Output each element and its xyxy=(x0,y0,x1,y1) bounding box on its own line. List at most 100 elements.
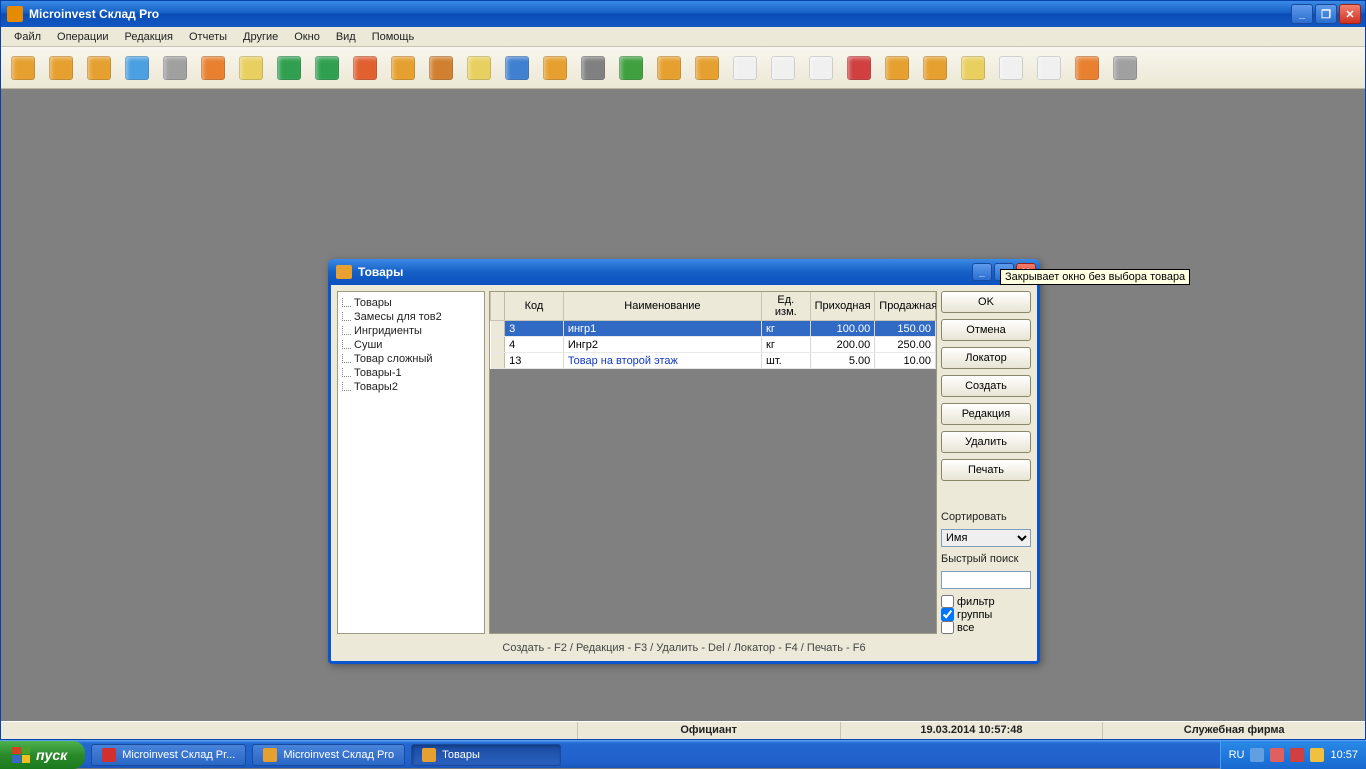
menu-окно[interactable]: Окно xyxy=(287,29,327,45)
table-row[interactable]: 4Ингр2кг200.00250.00 xyxy=(491,337,936,353)
check-группы[interactable]: группы xyxy=(941,608,1031,621)
taskbar: пуск Microinvest Склад Pr... Microinvest … xyxy=(0,740,1366,768)
tb-cloud[interactable] xyxy=(159,52,191,84)
locator-button[interactable]: Локатор xyxy=(941,347,1031,369)
tb-clipboard[interactable] xyxy=(387,52,419,84)
tb-mail[interactable] xyxy=(463,52,495,84)
col-header[interactable]: Приходная xyxy=(810,292,875,321)
edit-button[interactable]: Редакция xyxy=(941,403,1031,425)
tb-arrow-l-icon xyxy=(353,56,377,80)
tray-icon-3[interactable] xyxy=(1290,748,1304,762)
tb-paste-icon xyxy=(885,56,909,80)
tb-user[interactable] xyxy=(197,52,229,84)
tb-recycle[interactable] xyxy=(843,52,875,84)
tb-arrow-r[interactable] xyxy=(273,52,305,84)
taskbar-task[interactable]: Microinvest Склад Pro xyxy=(252,744,405,766)
goods-grid[interactable]: КодНаименованиеЕд. изм.ПриходнаяПродажна… xyxy=(489,291,937,634)
tray-icon-2[interactable] xyxy=(1270,748,1284,762)
tb-cart[interactable] xyxy=(653,52,685,84)
tb-mail2[interactable] xyxy=(957,52,989,84)
tb-page-icon xyxy=(733,56,757,80)
menu-файл[interactable]: Файл xyxy=(7,29,48,45)
col-header[interactable]: Код xyxy=(505,292,564,321)
tb-book[interactable] xyxy=(425,52,457,84)
tb-contact[interactable] xyxy=(1033,52,1065,84)
col-header[interactable]: Продажная xyxy=(875,292,936,321)
tb-box-icon xyxy=(87,56,111,80)
tree-item[interactable]: Товары2 xyxy=(340,380,482,394)
tb-page3[interactable] xyxy=(805,52,837,84)
start-button[interactable]: пуск xyxy=(0,741,85,769)
tree-item[interactable]: Суши xyxy=(340,338,482,352)
menu-другие[interactable]: Другие xyxy=(236,29,285,45)
tb-note[interactable] xyxy=(235,52,267,84)
tb-star[interactable] xyxy=(121,52,153,84)
tb-page[interactable] xyxy=(729,52,761,84)
tb-person-icon xyxy=(505,56,529,80)
app-title-bar[interactable]: Microinvest Склад Pro _ ❐ ✕ xyxy=(1,1,1365,27)
quick-search-input[interactable] xyxy=(941,571,1031,589)
menu-помощь[interactable]: Помощь xyxy=(365,29,422,45)
cancel-button[interactable]: Отмена xyxy=(941,319,1031,341)
sort-select[interactable]: Имя xyxy=(941,529,1031,547)
table-row[interactable]: 13Товар на второй этажшт.5.0010.00 xyxy=(491,353,936,369)
menu-редакция[interactable]: Редакция xyxy=(118,29,180,45)
delete-button[interactable]: Удалить xyxy=(941,431,1031,453)
tb-arrow-ok[interactable] xyxy=(311,52,343,84)
tb-keys[interactable] xyxy=(577,52,609,84)
ok-button[interactable]: OK xyxy=(941,291,1031,313)
menu-bar: ФайлОперацииРедакцияОтчетыДругиеОкноВидП… xyxy=(1,27,1365,47)
category-tree[interactable]: ТоварыЗамесы для тов2ИнгридиентыСушиТова… xyxy=(337,291,485,634)
dialog-minimize-button[interactable]: _ xyxy=(972,263,992,281)
print-button[interactable]: Печать xyxy=(941,459,1031,481)
tb-page2[interactable] xyxy=(767,52,799,84)
dialog-icon xyxy=(336,265,352,279)
tree-item[interactable]: Ингридиенты xyxy=(340,324,482,338)
app-restore-button[interactable]: ❐ xyxy=(1315,4,1337,24)
check-все[interactable]: все xyxy=(941,621,1031,634)
tb-gear[interactable] xyxy=(1109,52,1141,84)
tb-doc-open[interactable] xyxy=(45,52,77,84)
tb-box2[interactable] xyxy=(691,52,723,84)
tb-arrow-l[interactable] xyxy=(349,52,381,84)
col-header[interactable]: Ед. изм. xyxy=(762,292,811,321)
check-фильтр[interactable]: фильтр xyxy=(941,595,1031,608)
tb-star-icon xyxy=(125,56,149,80)
tb-gear-icon xyxy=(1113,56,1137,80)
table-row[interactable]: 3ингр1кг100.00150.00 xyxy=(491,321,936,337)
tray-lang[interactable]: RU xyxy=(1229,749,1245,761)
tb-paste2[interactable] xyxy=(919,52,951,84)
app-title: Microinvest Склад Pro xyxy=(29,7,159,21)
tb-user2[interactable] xyxy=(1071,52,1103,84)
system-tray[interactable]: RU 10:57 xyxy=(1220,741,1366,769)
tb-refresh[interactable] xyxy=(615,52,647,84)
dialog-footer-hint: Создать - F2 / Редакция - F3 / Удалить -… xyxy=(331,640,1037,658)
tray-icon-1[interactable] xyxy=(1250,748,1264,762)
tray-icon-4[interactable] xyxy=(1310,748,1324,762)
dialog-title-bar[interactable]: Товары _ □ ✕ xyxy=(328,259,1040,285)
tree-item[interactable]: Товар сложный xyxy=(340,352,482,366)
app-icon xyxy=(7,6,23,22)
tb-box[interactable] xyxy=(83,52,115,84)
tree-item[interactable]: Товары xyxy=(340,296,482,310)
create-button[interactable]: Создать xyxy=(941,375,1031,397)
tb-page2-icon xyxy=(771,56,795,80)
taskbar-task[interactable]: Товары xyxy=(411,744,561,766)
tree-item[interactable]: Замесы для тов2 xyxy=(340,310,482,324)
tb-mail-icon xyxy=(467,56,491,80)
menu-вид[interactable]: Вид xyxy=(329,29,363,45)
menu-операции[interactable]: Операции xyxy=(50,29,115,45)
menu-отчеты[interactable]: Отчеты xyxy=(182,29,234,45)
tb-doc2[interactable] xyxy=(995,52,1027,84)
goods-dialog: Товары _ □ ✕ ТоварыЗамесы для тов2Ингрид… xyxy=(328,259,1040,664)
tb-doc-new[interactable] xyxy=(7,52,39,84)
tree-item[interactable]: Товары-1 xyxy=(340,366,482,380)
taskbar-task[interactable]: Microinvest Склад Pr... xyxy=(91,744,246,766)
status-bar: Официант 19.03.2014 10:57:48 Служебная ф… xyxy=(1,721,1365,739)
app-minimize-button[interactable]: _ xyxy=(1291,4,1313,24)
col-header[interactable]: Наименование xyxy=(563,292,761,321)
tb-person[interactable] xyxy=(501,52,533,84)
app-close-button[interactable]: ✕ xyxy=(1339,4,1361,24)
tb-package[interactable] xyxy=(539,52,571,84)
tb-paste[interactable] xyxy=(881,52,913,84)
